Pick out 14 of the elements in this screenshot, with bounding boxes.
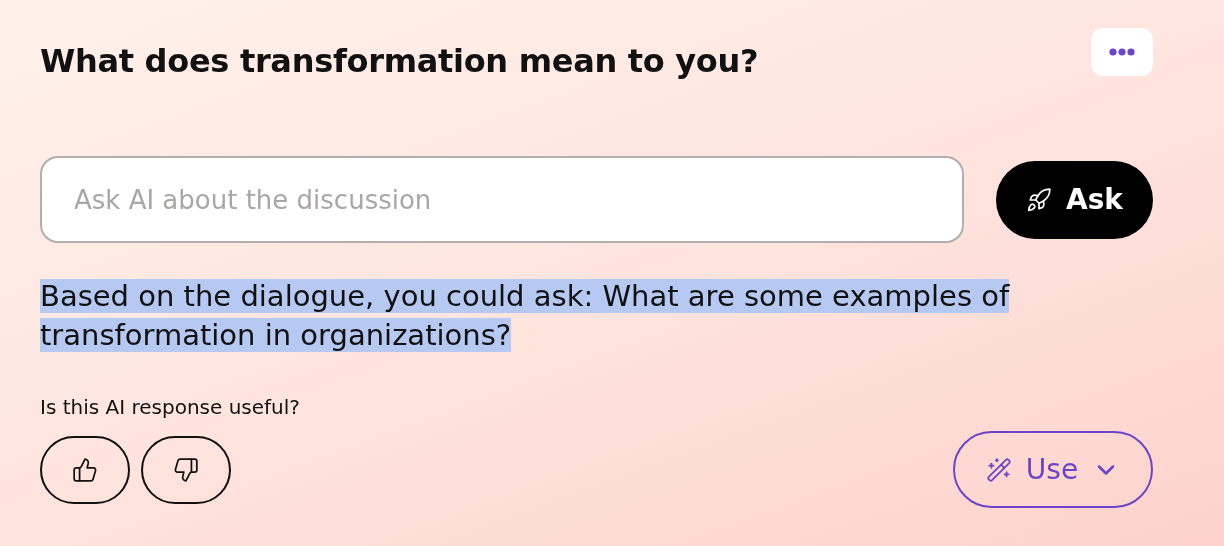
- thumbs-up-icon: [72, 456, 98, 483]
- thumbs-up-button[interactable]: [40, 435, 130, 504]
- use-button[interactable]: Use: [953, 431, 1153, 508]
- ask-field[interactable]: Ask AI about the discussion: [40, 156, 964, 243]
- magic-wand-icon: [985, 456, 1012, 483]
- ask-button[interactable]: Ask: [996, 160, 1153, 239]
- more-icon: [1109, 48, 1135, 56]
- feedback-question: Is this AI response useful?: [40, 395, 301, 419]
- thumbs-down-icon: [173, 456, 199, 483]
- thumbs-down-button[interactable]: [141, 435, 231, 504]
- rocket-icon: [1026, 186, 1052, 213]
- more-button[interactable]: [1091, 28, 1153, 76]
- question-title: What does transformation mean to you?: [40, 42, 759, 80]
- ai-response: Based on the dialogue, you could ask: What are some examples of transformation in organizations?: [40, 278, 1011, 354]
